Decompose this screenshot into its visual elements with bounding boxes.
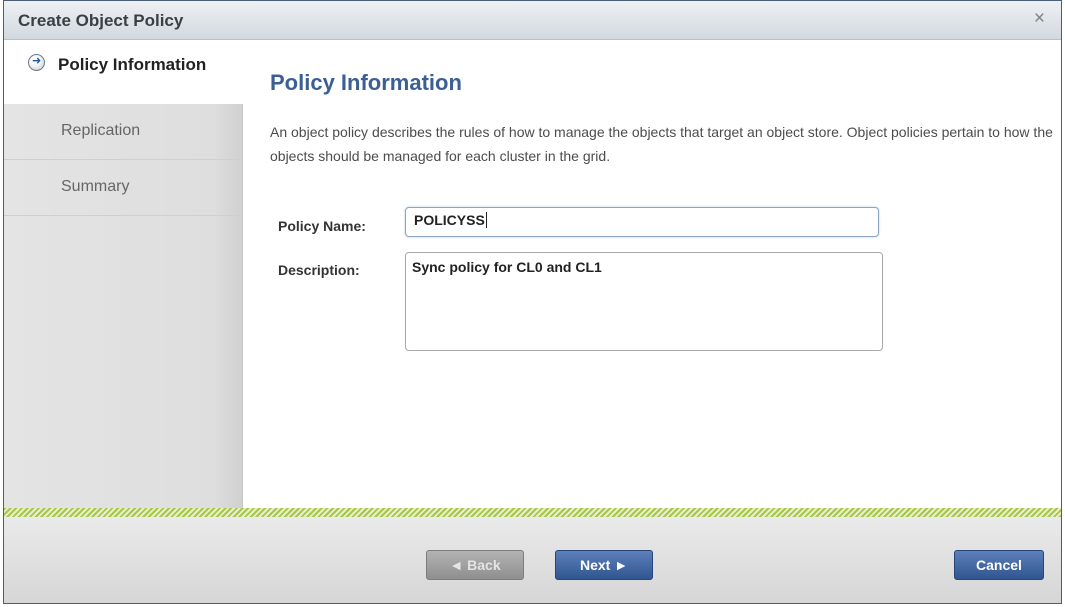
page-description: An object policy describes the rules of …: [270, 124, 1053, 164]
text-caret: [485, 212, 487, 228]
back-button[interactable]: ◄ Back: [426, 550, 524, 580]
wizard-content: Policy Information An object policy desc…: [244, 40, 1061, 508]
description-label: Description:: [278, 262, 360, 278]
footer-divider-stripe: [4, 508, 1061, 517]
description-value: Sync policy for CL0 and CL1: [412, 259, 602, 275]
policy-name-value: POLICYSS: [414, 212, 485, 228]
close-icon[interactable]: ×: [1034, 8, 1045, 30]
step-policy-information[interactable]: Policy Information: [4, 40, 244, 104]
policy-name-label: Policy Name:: [278, 218, 366, 234]
step-label: Summary: [61, 178, 130, 195]
step-label: Replication: [61, 122, 141, 139]
step-summary[interactable]: Summary: [4, 160, 242, 216]
wizard-footer: ◄ Back Next ► Cancel: [4, 517, 1061, 603]
create-object-policy-dialog: Create Object Policy × Policy Informatio…: [3, 0, 1062, 604]
cancel-button[interactable]: Cancel: [954, 550, 1044, 580]
dialog-title: Create Object Policy: [18, 11, 184, 30]
policy-name-input[interactable]: POLICYSS: [405, 207, 879, 237]
description-textarea[interactable]: Sync policy for CL0 and CL1: [405, 252, 883, 351]
wizard-steps-sidebar: Policy Information Replication Summary: [4, 40, 244, 508]
page-title: Policy Information: [270, 70, 462, 95]
step-label: Policy Information: [58, 55, 207, 74]
next-button[interactable]: Next ►: [555, 550, 653, 580]
dialog-titlebar: Create Object Policy ×: [4, 1, 1061, 40]
step-replication[interactable]: Replication: [4, 104, 242, 160]
arrow-circle-icon: [28, 54, 45, 71]
